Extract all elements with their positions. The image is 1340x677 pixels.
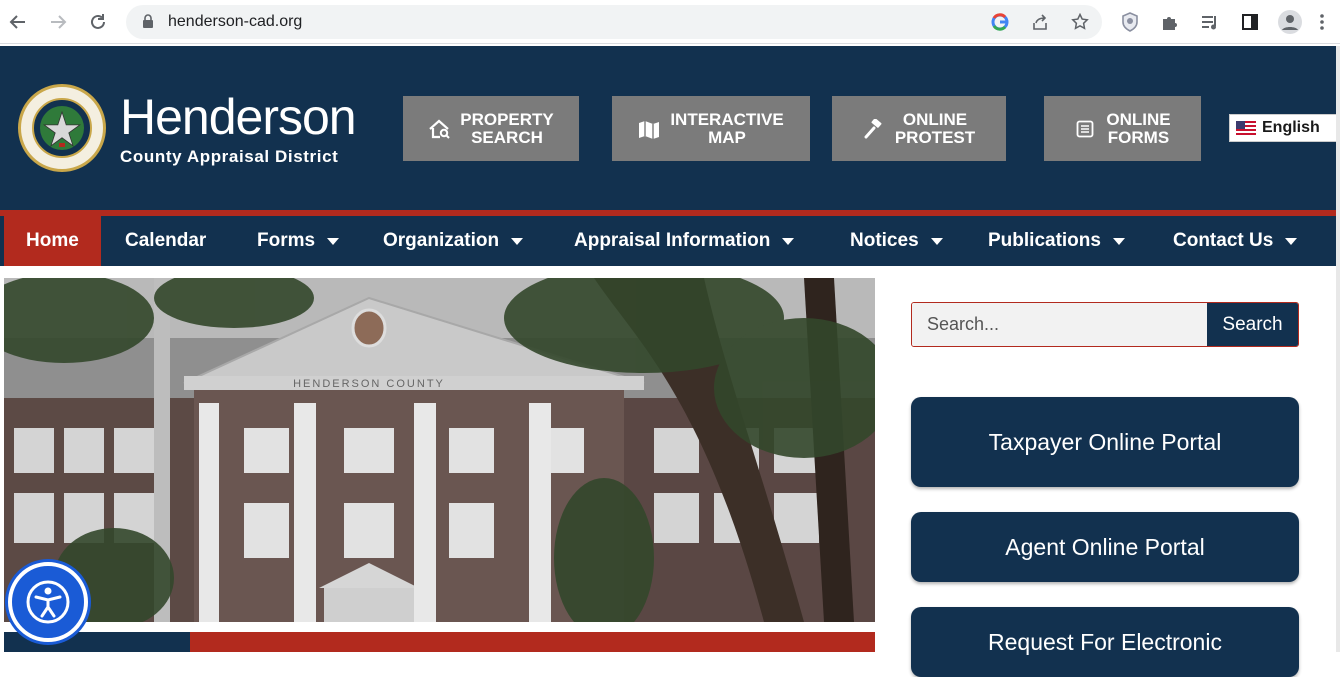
bookmark-star-icon[interactable] xyxy=(1070,12,1090,32)
interactive-map-label: INTERACTIVE MAP xyxy=(670,109,784,147)
label-line2: FORMS xyxy=(1107,127,1170,147)
chevron-down-icon xyxy=(782,237,795,245)
share-icon[interactable] xyxy=(1030,12,1050,32)
side-panel-icon[interactable] xyxy=(1238,10,1262,34)
google-icon[interactable] xyxy=(990,12,1010,32)
address-bar[interactable]: henderson-cad.org xyxy=(126,5,1102,39)
map-icon xyxy=(638,118,660,140)
nav-item-notices[interactable]: Notices xyxy=(850,216,943,266)
accessibility-button[interactable] xyxy=(8,562,88,642)
label-line1: ONLINE xyxy=(902,109,968,129)
label-line1: INTERACTIVE xyxy=(670,109,784,129)
interactive-map-button[interactable]: INTERACTIVE MAP xyxy=(612,96,810,161)
chevron-down-icon xyxy=(511,237,524,245)
nav-item-publications[interactable]: Publications xyxy=(988,216,1125,266)
taxpayer-online-portal-button[interactable]: Taxpayer Online Portal xyxy=(911,397,1299,487)
nav-label: Appraisal Information xyxy=(574,230,771,251)
main-navigation: Home Calendar Forms Organization Apprais… xyxy=(0,216,1336,266)
extensions-puzzle-icon[interactable] xyxy=(1158,10,1182,34)
site-search: Search xyxy=(911,302,1299,347)
nav-item-contact-us[interactable]: Contact Us xyxy=(1173,216,1298,266)
gavel-icon xyxy=(863,118,885,140)
online-protest-label: ONLINE PROTEST xyxy=(894,109,976,147)
nav-item-home[interactable]: Home xyxy=(4,216,101,266)
portal-label: Agent Online Portal xyxy=(1005,533,1205,560)
nav-label: Publications xyxy=(988,230,1101,251)
shield-extension-icon[interactable] xyxy=(1118,10,1142,34)
browser-toolbar: henderson-cad.org xyxy=(0,0,1340,44)
online-forms-button[interactable]: ONLINE FORMS xyxy=(1044,96,1201,161)
forward-icon[interactable] xyxy=(46,10,70,34)
label-line2: MAP xyxy=(708,127,746,147)
request-electronic-button[interactable]: Request For Electronic xyxy=(911,607,1299,677)
nav-item-forms[interactable]: Forms xyxy=(257,216,340,266)
nav-label: Forms xyxy=(257,230,316,251)
us-flag-icon xyxy=(1236,121,1256,135)
nav-label: Calendar xyxy=(125,230,207,251)
kebab-menu-icon[interactable] xyxy=(1314,10,1330,34)
profile-avatar-icon[interactable] xyxy=(1278,10,1302,34)
nav-label: Organization xyxy=(383,230,500,251)
accessibility-person-icon xyxy=(26,580,70,624)
hero-courthouse-image: HENDERSON COUNTY xyxy=(4,278,875,622)
chevron-down-icon xyxy=(930,237,943,245)
search-button[interactable]: Search xyxy=(1207,303,1298,346)
nav-label: Contact Us xyxy=(1173,230,1274,251)
lock-icon xyxy=(142,14,154,28)
nav-item-organization[interactable]: Organization xyxy=(383,216,524,266)
building-inscription: HENDERSON COUNTY xyxy=(293,378,445,390)
nav-item-appraisal-information[interactable]: Appraisal Information xyxy=(574,216,795,266)
house-search-icon xyxy=(428,118,450,140)
property-search-label: PROPERTY SEARCH xyxy=(460,109,554,147)
chevron-down-icon xyxy=(1285,237,1298,245)
site-header: Henderson County Appraisal District PROP… xyxy=(0,46,1337,210)
page-scrollbar[interactable] xyxy=(1336,46,1340,652)
chevron-down-icon xyxy=(1112,237,1125,245)
chevron-down-icon xyxy=(327,237,340,245)
language-label: English xyxy=(1262,119,1320,136)
form-icon xyxy=(1074,118,1096,140)
content-tab-bar-right xyxy=(190,632,875,652)
label-line1: ONLINE xyxy=(1106,109,1171,129)
media-queue-icon[interactable] xyxy=(1198,10,1222,34)
url-text: henderson-cad.org xyxy=(168,13,303,30)
county-seal-logo[interactable] xyxy=(18,84,106,172)
property-search-button[interactable]: PROPERTY SEARCH xyxy=(403,96,579,161)
logo-name: Henderson xyxy=(120,89,357,145)
nav-item-calendar[interactable]: Calendar xyxy=(125,216,206,266)
search-input[interactable] xyxy=(912,303,1207,346)
label-line2: PROTEST xyxy=(894,127,976,147)
nav-label: Notices xyxy=(850,230,919,251)
back-icon[interactable] xyxy=(6,10,30,34)
label-line1: PROPERTY xyxy=(460,109,554,129)
reload-icon[interactable] xyxy=(86,10,110,34)
online-forms-label: ONLINE FORMS xyxy=(1106,109,1171,147)
logo-subtitle: County Appraisal District xyxy=(120,147,339,166)
nav-label: Home xyxy=(26,230,79,251)
language-selector[interactable]: English xyxy=(1229,114,1337,142)
online-protest-button[interactable]: ONLINE PROTEST xyxy=(832,96,1006,161)
label-line2: SEARCH xyxy=(471,127,543,147)
agent-online-portal-button[interactable]: Agent Online Portal xyxy=(911,512,1299,582)
portal-label: Taxpayer Online Portal xyxy=(988,428,1222,455)
